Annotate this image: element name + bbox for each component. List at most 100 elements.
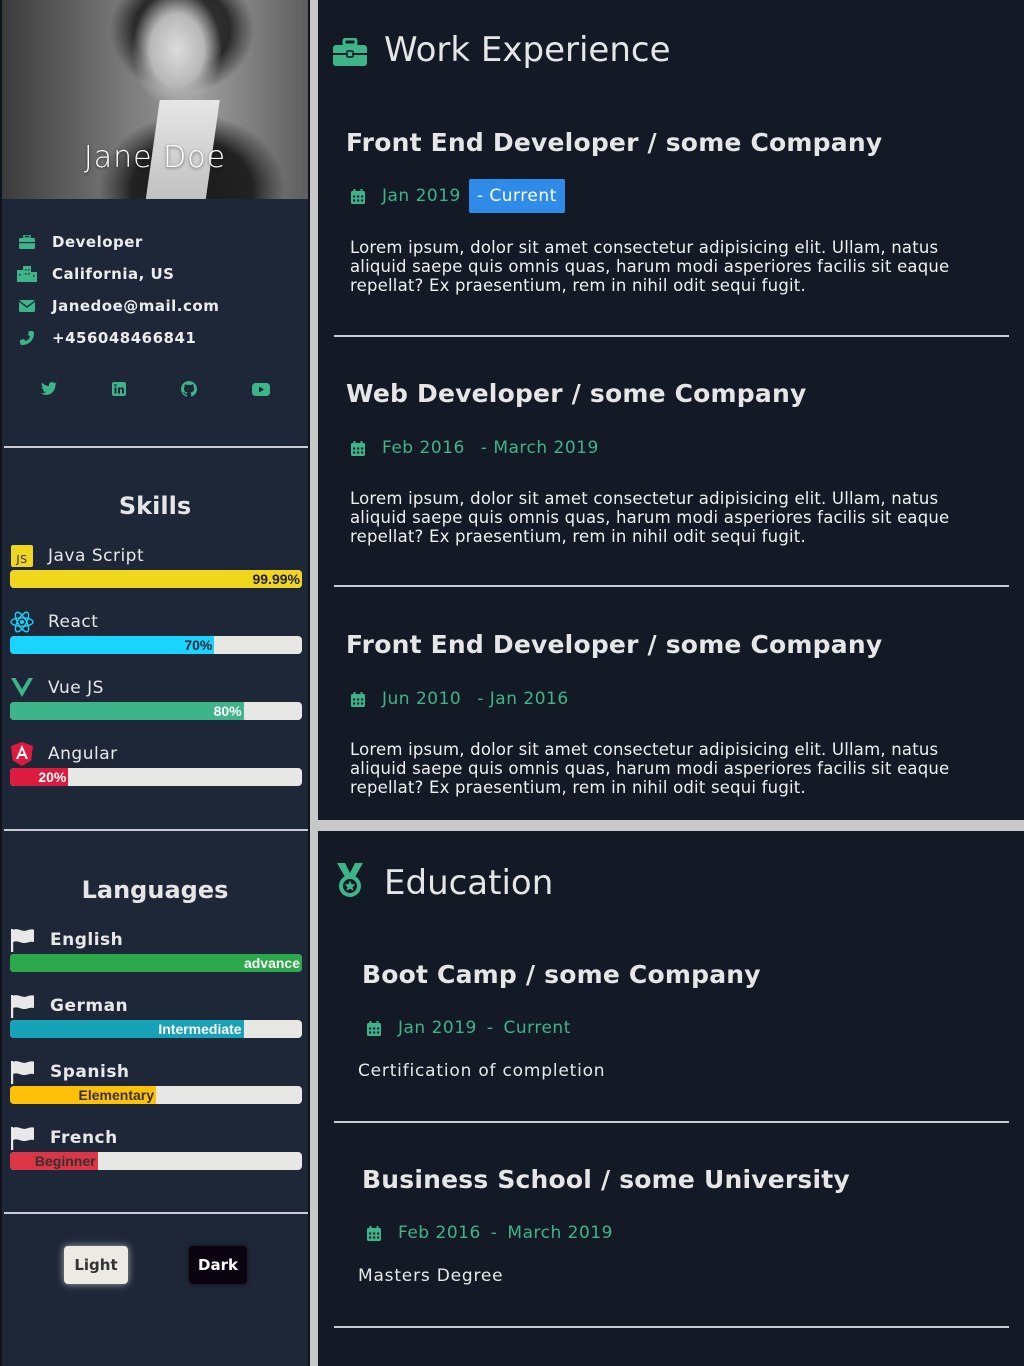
education-item-title: Boot Camp / some Company — [362, 960, 761, 989]
contact-email-label[interactable]: Janedoe@mail.com — [52, 297, 219, 315]
flag-icon — [10, 1125, 36, 1151]
language-item: Spanish Elementary — [10, 1058, 302, 1104]
job-end-date: - March 2019 — [480, 438, 599, 458]
job-description: Lorem ipsum, dolor sit amet consectetur … — [350, 740, 950, 797]
social-links — [2, 378, 308, 404]
calendar-icon — [364, 1223, 384, 1243]
dark-theme-button[interactable]: Dark — [189, 1246, 247, 1284]
skill-bar-fill: 99.99% — [10, 570, 302, 588]
job-title: Web Developer / some Company — [346, 379, 807, 408]
language-item: English advance — [10, 926, 302, 972]
education-end-date: March 2019 — [507, 1223, 613, 1243]
language-bar-fill: Beginner — [10, 1152, 98, 1170]
contact-list: Developer California, US Janedoe@mail.co… — [16, 226, 306, 354]
language-bar-fill: Elementary — [10, 1086, 156, 1104]
sidebar: Jane Doe Developer California, US Janedo… — [0, 0, 310, 1366]
education-date: Jan 2019 - Current — [364, 1018, 571, 1038]
education-date-separator: - — [490, 1223, 498, 1243]
city-icon — [16, 263, 38, 285]
phone-icon — [16, 327, 38, 349]
job-end-date: - Jan 2016 — [477, 689, 569, 709]
language-label: English — [50, 930, 124, 950]
skills-title: Skills — [118, 492, 192, 520]
language-item: French Beginner — [10, 1124, 302, 1170]
language-bar-fill: Intermediate — [10, 1020, 244, 1038]
job-description: Lorem ipsum, dolor sit amet consectetur … — [350, 489, 950, 546]
education-title: Education — [384, 863, 554, 903]
briefcase-icon — [332, 34, 368, 70]
language-bar: Intermediate — [10, 1020, 302, 1038]
angular-icon — [10, 742, 34, 766]
profile-name: Jane Doe — [83, 140, 227, 175]
language-bar-fill: advance — [10, 954, 302, 972]
work-experience-title: Work Experience — [384, 30, 671, 70]
vue-icon — [10, 676, 34, 700]
skill-bar-fill: 70% — [10, 636, 215, 654]
current-badge: - Current — [468, 179, 565, 213]
skill-bar: 80% — [10, 702, 302, 720]
github-icon[interactable] — [178, 378, 200, 400]
language-label: German — [50, 996, 129, 1016]
light-theme-button[interactable]: Light — [64, 1246, 128, 1284]
sidebar-divider — [4, 446, 308, 448]
job-start-date: Jun 2010 — [382, 689, 462, 709]
job-description: Lorem ipsum, dolor sit amet consectetur … — [350, 238, 950, 295]
contact-item-location: California, US — [16, 258, 306, 290]
skill-item: JS Java Script 99.99% — [10, 542, 302, 588]
skill-label: Vue JS — [48, 678, 104, 698]
briefcase-icon — [16, 231, 38, 253]
education-separator — [334, 1326, 1009, 1328]
languages-title: Languages — [81, 876, 229, 904]
education-start-date: Jan 2019 — [398, 1018, 477, 1038]
flag-icon — [10, 993, 36, 1019]
education-section: Education Boot Camp / some Company Jan 2… — [318, 831, 1024, 1366]
contact-item-phone: +456048466841 — [16, 322, 306, 354]
education-description: Masters Degree — [358, 1266, 504, 1286]
svg-text:JS: JS — [15, 553, 27, 566]
contact-location-label: California, US — [52, 265, 175, 283]
job-date: Jan 2019 - Current — [348, 179, 565, 213]
education-item-title: Business School / some University — [362, 1165, 850, 1194]
job-title: Front End Developer / some Company — [346, 630, 883, 659]
calendar-icon — [348, 186, 368, 206]
job-date: Feb 2016 - March 2019 — [348, 438, 599, 458]
language-label: French — [50, 1128, 118, 1148]
job-separator — [334, 335, 1009, 337]
work-experience-section: Work Experience Front End Developer / so… — [318, 0, 1024, 820]
job-start-date: Feb 2016 — [382, 438, 465, 458]
language-label: Spanish — [50, 1062, 130, 1082]
sidebar-divider — [4, 1212, 308, 1214]
twitter-icon[interactable] — [38, 378, 60, 400]
skill-bar-fill: 20% — [10, 768, 69, 786]
language-item: German Intermediate — [10, 992, 302, 1038]
contact-phone-label[interactable]: +456048466841 — [52, 329, 196, 347]
linkedin-icon[interactable] — [108, 378, 130, 400]
job-separator — [334, 585, 1009, 587]
education-separator — [334, 1121, 1009, 1123]
education-description: Certification of completion — [358, 1061, 606, 1081]
skill-bar-fill: 80% — [10, 702, 244, 720]
language-bar: Beginner — [10, 1152, 302, 1170]
skill-bar: 20% — [10, 768, 302, 786]
envelope-icon — [16, 295, 38, 317]
skill-label: React — [48, 612, 99, 632]
skill-bar: 99.99% — [10, 570, 302, 588]
skill-bar: 70% — [10, 636, 302, 654]
calendar-icon — [364, 1018, 384, 1038]
skill-item: React 70% — [10, 608, 302, 654]
language-bar: advance — [10, 954, 302, 972]
job-start-date: Jan 2019 — [382, 186, 461, 206]
language-bar: Elementary — [10, 1086, 302, 1104]
job-date: Jun 2010 - Jan 2016 — [348, 689, 569, 709]
education-date-separator: - — [486, 1018, 494, 1038]
calendar-icon — [348, 438, 368, 458]
contact-job-label: Developer — [52, 233, 143, 251]
job-title: Front End Developer / some Company — [346, 128, 883, 157]
skill-label: Java Script — [48, 546, 145, 566]
sidebar-divider — [4, 829, 308, 831]
skill-item: Vue JS 80% — [10, 674, 302, 720]
youtube-icon[interactable] — [250, 378, 272, 400]
react-icon — [10, 610, 34, 634]
javascript-icon: JS — [10, 544, 34, 568]
profile-photo: Jane Doe — [2, 0, 308, 199]
